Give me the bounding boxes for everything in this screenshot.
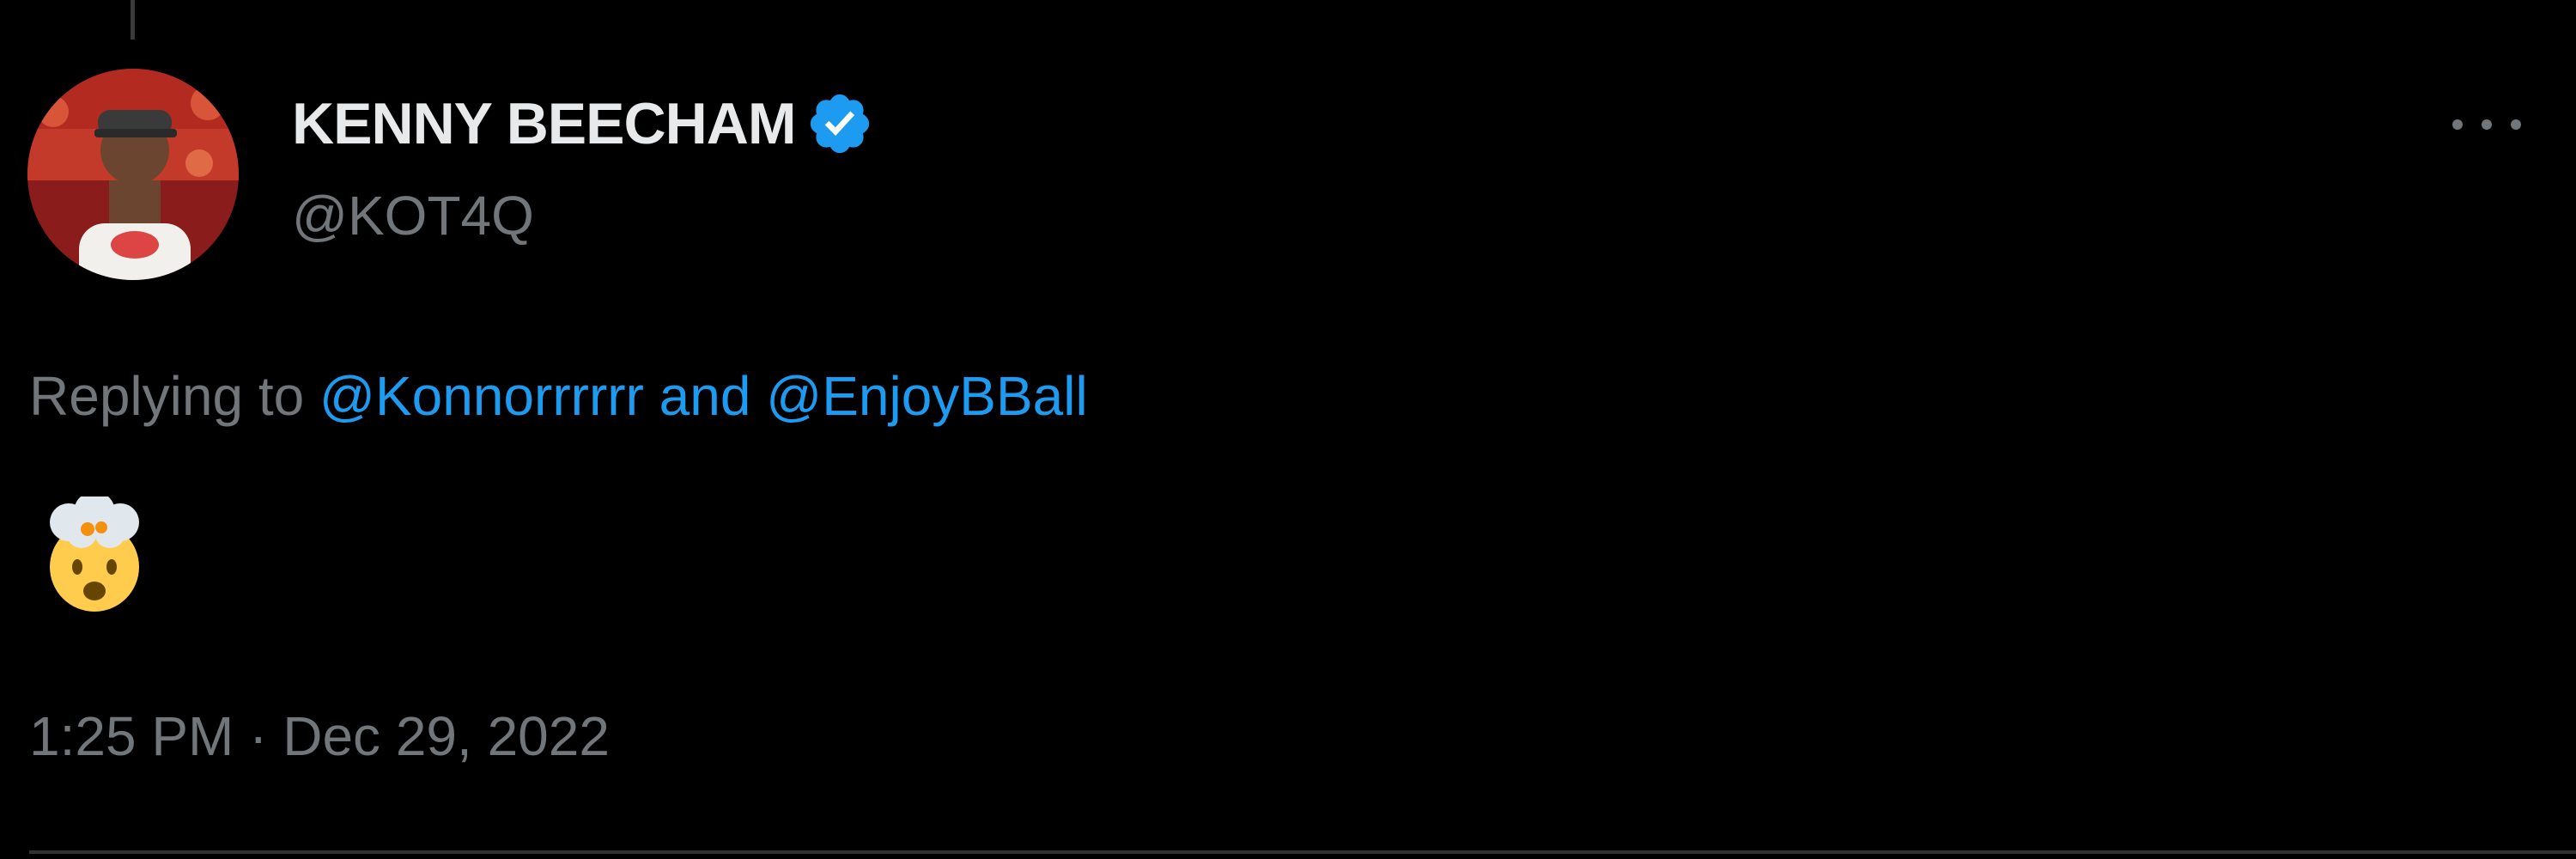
verified-badge-icon[interactable] — [805, 89, 874, 158]
replying-to-conjunction: and — [659, 365, 751, 427]
dot — [2511, 119, 2521, 130]
timestamp-separator: · — [249, 705, 268, 767]
more-options-icon[interactable] — [2452, 103, 2521, 146]
timestamp-date[interactable]: Dec 29, 2022 — [283, 705, 610, 767]
author-handle[interactable]: @KOT4Q — [292, 184, 534, 247]
timestamp-time[interactable]: 1:25 PM — [29, 705, 234, 767]
author-name-row: KENNY BEECHAM — [292, 89, 874, 158]
divider — [29, 850, 2576, 854]
replying-to-prefix: Replying to — [29, 365, 305, 427]
mention-link-2[interactable]: @EnjoyBBall — [766, 365, 1087, 427]
replying-to-line: Replying to @Konnorrrrrr and @EnjoyBBall — [29, 364, 1088, 428]
exploding-head-emoji — [34, 497, 155, 617]
dot — [2452, 119, 2463, 130]
mention-link-1[interactable]: @Konnorrrrrr — [319, 365, 644, 427]
thread-connector-line — [131, 0, 135, 40]
dot — [2482, 119, 2492, 130]
avatar[interactable] — [27, 69, 239, 280]
tweet-timestamp: 1:25 PM · Dec 29, 2022 — [29, 704, 610, 768]
display-name[interactable]: KENNY BEECHAM — [292, 90, 796, 157]
